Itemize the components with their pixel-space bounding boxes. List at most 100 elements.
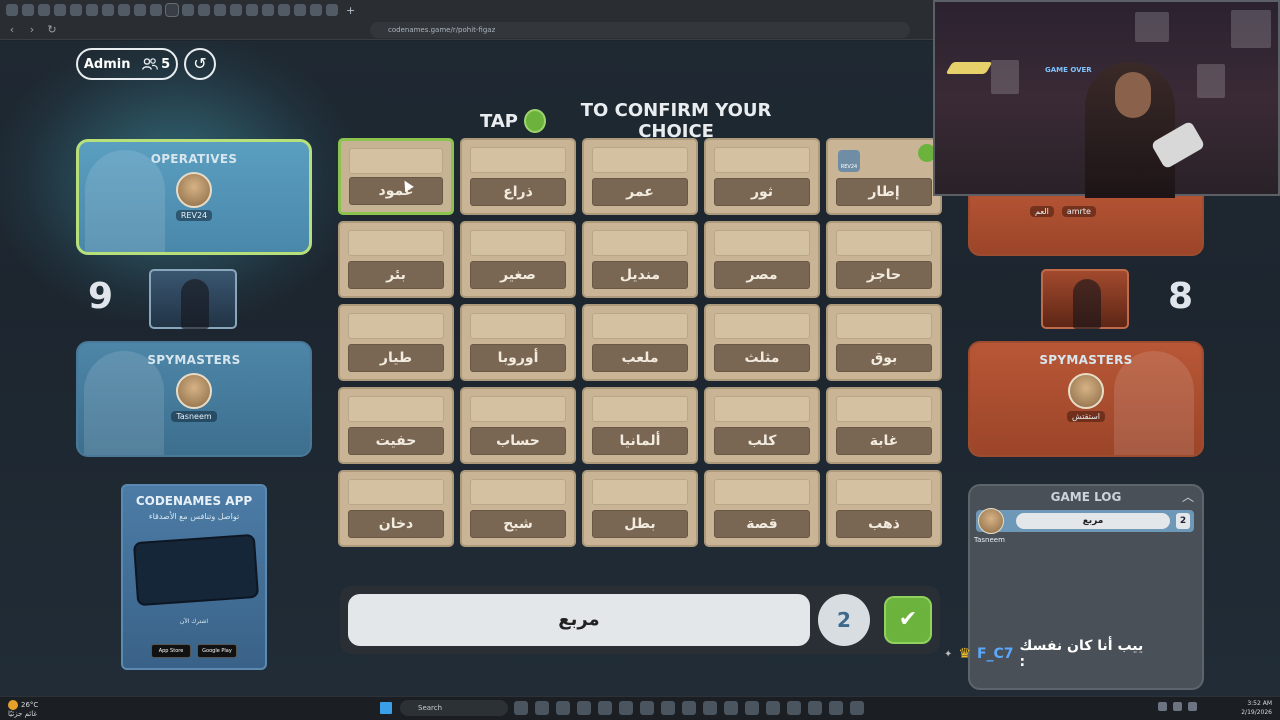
- word-card[interactable]: غابة: [826, 387, 942, 464]
- wall-poster: [991, 60, 1019, 94]
- weather-widget[interactable]: 26°C غائم جزئيًا: [8, 700, 38, 718]
- url-field[interactable]: codenames.game/r/pohit-figaz: [370, 22, 910, 38]
- word-card[interactable]: بوق: [826, 304, 942, 381]
- refresh-button[interactable]: ↺: [184, 48, 216, 80]
- tray-chevron-icon[interactable]: [1158, 702, 1167, 711]
- word-card[interactable]: قصة: [704, 470, 820, 547]
- browser-tab-active[interactable]: [165, 3, 179, 17]
- app-icon[interactable]: [703, 701, 717, 715]
- admin-pill[interactable]: Admin 5: [76, 48, 178, 80]
- word-card[interactable]: عمود: [338, 138, 454, 215]
- app-icon[interactable]: [556, 701, 570, 715]
- card-word: منديل: [592, 261, 688, 289]
- word-card[interactable]: ألمانيا: [582, 387, 698, 464]
- blue-operatives-panel: OPERATIVES REV24: [76, 139, 312, 255]
- whatsapp-icon[interactable]: [745, 701, 759, 715]
- browser-tab[interactable]: [134, 4, 146, 16]
- browser-tab[interactable]: [310, 4, 322, 16]
- browser-tab[interactable]: [86, 4, 98, 16]
- word-card[interactable]: حاجز: [826, 221, 942, 298]
- word-card[interactable]: مصر: [704, 221, 820, 298]
- card-word: شبح: [470, 510, 566, 538]
- app-icon[interactable]: [598, 701, 612, 715]
- word-card[interactable]: طيار: [338, 304, 454, 381]
- app-icon[interactable]: [535, 701, 549, 715]
- new-tab-button[interactable]: +: [346, 4, 355, 17]
- back-button[interactable]: ‹: [4, 23, 20, 36]
- card-word: مصر: [714, 261, 810, 289]
- avatar: [176, 172, 212, 208]
- word-card[interactable]: حفيت: [338, 387, 454, 464]
- browser-tab[interactable]: [294, 4, 306, 16]
- webcam-overlay: GAME OVER: [933, 0, 1280, 198]
- browser-tab[interactable]: [262, 4, 274, 16]
- word-card[interactable]: ملعب: [582, 304, 698, 381]
- browser-tab[interactable]: [150, 4, 162, 16]
- steam-icon[interactable]: [808, 701, 822, 715]
- word-card[interactable]: صغير: [460, 221, 576, 298]
- forward-button[interactable]: ›: [24, 23, 40, 36]
- app-icon[interactable]: [829, 701, 843, 715]
- log-clue-number: 2: [1176, 513, 1190, 529]
- browser-tab[interactable]: [278, 4, 290, 16]
- browser-tab[interactable]: [102, 4, 114, 16]
- browser-tab[interactable]: [326, 4, 338, 16]
- card-slot: [470, 313, 566, 339]
- browser-tab[interactable]: [54, 4, 66, 16]
- browser-tab[interactable]: [22, 4, 34, 16]
- browser-tab[interactable]: [198, 4, 210, 16]
- word-card[interactable]: أوروبا: [460, 304, 576, 381]
- brave-browser-icon[interactable]: [661, 701, 675, 715]
- word-card[interactable]: كلب: [704, 387, 820, 464]
- avatar: [1068, 373, 1104, 409]
- word-card[interactable]: REV24 إطار: [826, 138, 942, 215]
- card-slot: [592, 479, 688, 505]
- app-promo-banner[interactable]: CODENAMES APP تواصل وتنافس مع الأصدقاء ا…: [121, 484, 267, 670]
- word-card[interactable]: بطل: [582, 470, 698, 547]
- blue-spymaster-name: Tasneem: [171, 411, 217, 422]
- browser-tab[interactable]: [246, 4, 258, 16]
- google-play-badge[interactable]: Google Play: [197, 644, 237, 658]
- red-operative-name: amrte: [1061, 206, 1096, 217]
- word-card[interactable]: عمر: [582, 138, 698, 215]
- word-card[interactable]: ذراع: [460, 138, 576, 215]
- browser-tab[interactable]: [6, 4, 18, 16]
- confirm-button[interactable]: ✔: [884, 596, 932, 644]
- word-card[interactable]: ثور: [704, 138, 820, 215]
- instruction-before: TAP: [480, 110, 519, 132]
- word-card[interactable]: مثلث: [704, 304, 820, 381]
- log-clue-word: مربع: [1016, 513, 1170, 529]
- red-agent-card: [1041, 269, 1129, 329]
- app-store-badge[interactable]: App Store: [151, 644, 191, 658]
- word-card[interactable]: منديل: [582, 221, 698, 298]
- word-card[interactable]: دخان: [338, 470, 454, 547]
- word-card[interactable]: شبح: [460, 470, 576, 547]
- app-icon[interactable]: [577, 701, 591, 715]
- app-icon[interactable]: [850, 701, 864, 715]
- taskbar-search-input[interactable]: Search: [400, 700, 508, 716]
- browser-tab[interactable]: [38, 4, 50, 16]
- word-card[interactable]: حساب: [460, 387, 576, 464]
- windows-start-icon[interactable]: [380, 702, 392, 714]
- browser-tab[interactable]: [118, 4, 130, 16]
- network-icon[interactable]: [1173, 702, 1182, 711]
- browser-tab[interactable]: [182, 4, 194, 16]
- app-icon[interactable]: [682, 701, 696, 715]
- settings-icon[interactable]: [787, 701, 801, 715]
- browser-tab[interactable]: [214, 4, 226, 16]
- word-card[interactable]: بئر: [338, 221, 454, 298]
- browser-tab[interactable]: [70, 4, 82, 16]
- volume-icon[interactable]: [1188, 702, 1197, 711]
- xbox-icon[interactable]: [766, 701, 780, 715]
- word-card[interactable]: ذهب: [826, 470, 942, 547]
- browser-tab[interactable]: [230, 4, 242, 16]
- app-icon[interactable]: [619, 701, 633, 715]
- app-icon[interactable]: [640, 701, 654, 715]
- clock[interactable]: 3:52 AM 2/19/2026: [1241, 699, 1272, 717]
- promo-subtitle: تواصل وتنافس مع الأصدقاء: [148, 512, 240, 521]
- card-word: صغير: [470, 261, 566, 289]
- app-icon[interactable]: [724, 701, 738, 715]
- reload-button[interactable]: ↻: [44, 23, 60, 36]
- collapse-chevron-icon[interactable]: ︿: [1182, 488, 1194, 505]
- file-explorer-icon[interactable]: [514, 701, 528, 715]
